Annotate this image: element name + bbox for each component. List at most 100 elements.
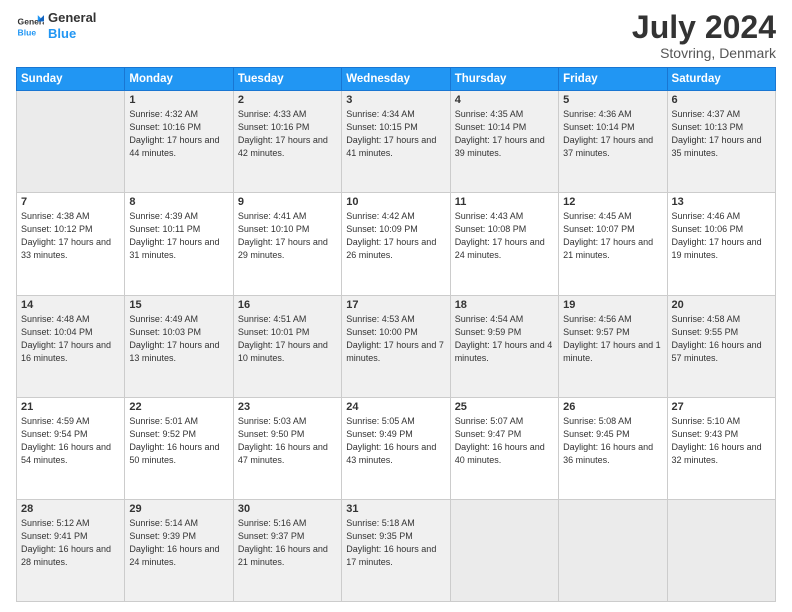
day-number: 7 <box>21 196 120 208</box>
calendar-cell: 9 Sunrise: 4:41 AMSunset: 10:10 PMDayligh… <box>233 193 341 295</box>
calendar-cell <box>667 499 775 601</box>
calendar-table: SundayMondayTuesdayWednesdayThursdayFrid… <box>16 67 776 602</box>
calendar-cell: 6 Sunrise: 4:37 AMSunset: 10:13 PMDayligh… <box>667 91 775 193</box>
calendar-cell: 1Sunrise: 4:32 AMSunset: 10:16 PMDayligh… <box>125 91 233 193</box>
location-subtitle: Stovring, Denmark <box>632 45 776 61</box>
day-number: 3 <box>346 94 445 106</box>
day-info: Sunrise: 5:03 AMSunset: 9:50 PMDaylight:… <box>238 415 337 467</box>
day-number: 4 <box>455 94 554 106</box>
day-info: Sunrise: 5:05 AMSunset: 9:49 PMDaylight:… <box>346 415 445 467</box>
calendar-cell: 10 Sunrise: 4:42 AMSunset: 10:09 PMDaylig… <box>342 193 450 295</box>
day-info: Sunrise: 4:46 AMSunset: 10:06 PMDaylight… <box>672 210 771 262</box>
calendar-cell <box>17 91 125 193</box>
day-info: Sunrise: 4:41 AMSunset: 10:10 PMDaylight… <box>238 210 337 262</box>
day-number: 28 <box>21 503 120 515</box>
calendar-cell: 26 Sunrise: 5:08 AMSunset: 9:45 PMDayligh… <box>559 397 667 499</box>
calendar-cell: 14 Sunrise: 4:48 AMSunset: 10:04 PMDaylig… <box>17 295 125 397</box>
calendar-cell: 16Sunrise: 4:51 AMSunset: 10:01 PMDaylig… <box>233 295 341 397</box>
day-number: 6 <box>672 94 771 106</box>
day-number: 24 <box>346 401 445 413</box>
day-info: Sunrise: 4:42 AMSunset: 10:09 PMDaylight… <box>346 210 445 262</box>
weekday-header: Friday <box>559 68 667 91</box>
day-info: Sunrise: 4:33 AMSunset: 10:16 PMDaylight… <box>238 108 337 160</box>
calendar-cell: 18Sunrise: 4:54 AMSunset: 9:59 PMDayligh… <box>450 295 558 397</box>
day-number: 31 <box>346 503 445 515</box>
day-number: 11 <box>455 196 554 208</box>
weekday-header: Wednesday <box>342 68 450 91</box>
day-info: Sunrise: 5:07 AMSunset: 9:47 PMDaylight:… <box>455 415 554 467</box>
day-number: 14 <box>21 299 120 311</box>
weekday-header: Tuesday <box>233 68 341 91</box>
day-number: 30 <box>238 503 337 515</box>
logo-icon: General Blue <box>16 12 44 40</box>
day-info: Sunrise: 5:01 AMSunset: 9:52 PMDaylight:… <box>129 415 228 467</box>
day-info: Sunrise: 5:08 AMSunset: 9:45 PMDaylight:… <box>563 415 662 467</box>
weekday-header: Monday <box>125 68 233 91</box>
calendar-cell: 2 Sunrise: 4:33 AMSunset: 10:16 PMDayligh… <box>233 91 341 193</box>
logo: General Blue General Blue <box>16 10 96 41</box>
day-info: Sunrise: 4:56 AMSunset: 9:57 PMDaylight:… <box>563 313 662 365</box>
logo-general: General <box>48 10 96 26</box>
weekday-header: Thursday <box>450 68 558 91</box>
day-info: Sunrise: 4:38 AMSunset: 10:12 PMDaylight… <box>21 210 120 262</box>
day-number: 23 <box>238 401 337 413</box>
weekday-header: Saturday <box>667 68 775 91</box>
day-number: 2 <box>238 94 337 106</box>
day-info: Sunrise: 4:59 AMSunset: 9:54 PMDaylight:… <box>21 415 120 467</box>
day-number: 15 <box>129 299 228 311</box>
calendar-cell: 11Sunrise: 4:43 AMSunset: 10:08 PMDaylig… <box>450 193 558 295</box>
svg-text:Blue: Blue <box>18 27 37 37</box>
day-info: Sunrise: 5:14 AMSunset: 9:39 PMDaylight:… <box>129 517 228 569</box>
day-info: Sunrise: 4:34 AMSunset: 10:15 PMDaylight… <box>346 108 445 160</box>
calendar-cell: 12 Sunrise: 4:45 AMSunset: 10:07 PMDaylig… <box>559 193 667 295</box>
header: General Blue General Blue July 2024 Stov… <box>16 10 776 61</box>
day-number: 20 <box>672 299 771 311</box>
logo-blue: Blue <box>48 26 96 42</box>
day-info: Sunrise: 4:37 AMSunset: 10:13 PMDaylight… <box>672 108 771 160</box>
day-number: 18 <box>455 299 554 311</box>
day-number: 26 <box>563 401 662 413</box>
calendar-cell: 4 Sunrise: 4:35 AMSunset: 10:14 PMDayligh… <box>450 91 558 193</box>
day-number: 12 <box>563 196 662 208</box>
day-info: Sunrise: 4:32 AMSunset: 10:16 PMDaylight… <box>129 108 228 160</box>
day-info: Sunrise: 4:39 AMSunset: 10:11 PMDaylight… <box>129 210 228 262</box>
day-number: 5 <box>563 94 662 106</box>
calendar-cell: 3 Sunrise: 4:34 AMSunset: 10:15 PMDayligh… <box>342 91 450 193</box>
calendar-cell: 7 Sunrise: 4:38 AMSunset: 10:12 PMDayligh… <box>17 193 125 295</box>
calendar-cell: 15 Sunrise: 4:49 AMSunset: 10:03 PMDaylig… <box>125 295 233 397</box>
weekday-header: Sunday <box>17 68 125 91</box>
day-number: 13 <box>672 196 771 208</box>
day-info: Sunrise: 4:51 AMSunset: 10:01 PMDaylight… <box>238 313 337 365</box>
calendar-cell <box>450 499 558 601</box>
calendar-cell: 21 Sunrise: 4:59 AMSunset: 9:54 PMDayligh… <box>17 397 125 499</box>
day-number: 21 <box>21 401 120 413</box>
calendar-cell: 31Sunrise: 5:18 AMSunset: 9:35 PMDayligh… <box>342 499 450 601</box>
calendar-cell: 29 Sunrise: 5:14 AMSunset: 9:39 PMDayligh… <box>125 499 233 601</box>
day-number: 19 <box>563 299 662 311</box>
day-info: Sunrise: 4:36 AMSunset: 10:14 PMDaylight… <box>563 108 662 160</box>
day-info: Sunrise: 4:49 AMSunset: 10:03 PMDaylight… <box>129 313 228 365</box>
calendar-cell: 27 Sunrise: 5:10 AMSunset: 9:43 PMDayligh… <box>667 397 775 499</box>
day-info: Sunrise: 4:35 AMSunset: 10:14 PMDaylight… <box>455 108 554 160</box>
calendar-cell: 5 Sunrise: 4:36 AMSunset: 10:14 PMDayligh… <box>559 91 667 193</box>
day-number: 9 <box>238 196 337 208</box>
calendar-cell: 13 Sunrise: 4:46 AMSunset: 10:06 PMDaylig… <box>667 193 775 295</box>
day-info: Sunrise: 5:10 AMSunset: 9:43 PMDaylight:… <box>672 415 771 467</box>
day-number: 29 <box>129 503 228 515</box>
day-number: 27 <box>672 401 771 413</box>
day-info: Sunrise: 4:45 AMSunset: 10:07 PMDaylight… <box>563 210 662 262</box>
day-info: Sunrise: 5:16 AMSunset: 9:37 PMDaylight:… <box>238 517 337 569</box>
day-info: Sunrise: 5:12 AMSunset: 9:41 PMDaylight:… <box>21 517 120 569</box>
day-info: Sunrise: 4:58 AMSunset: 9:55 PMDaylight:… <box>672 313 771 365</box>
calendar-cell: 19 Sunrise: 4:56 AMSunset: 9:57 PMDayligh… <box>559 295 667 397</box>
page: General Blue General Blue July 2024 Stov… <box>0 0 792 612</box>
calendar-cell: 22 Sunrise: 5:01 AMSunset: 9:52 PMDayligh… <box>125 397 233 499</box>
day-number: 25 <box>455 401 554 413</box>
day-number: 17 <box>346 299 445 311</box>
day-number: 8 <box>129 196 228 208</box>
day-info: Sunrise: 4:53 AMSunset: 10:00 PMDaylight… <box>346 313 445 365</box>
calendar-cell: 17 Sunrise: 4:53 AMSunset: 10:00 PMDaylig… <box>342 295 450 397</box>
day-info: Sunrise: 4:48 AMSunset: 10:04 PMDaylight… <box>21 313 120 365</box>
day-number: 22 <box>129 401 228 413</box>
day-number: 10 <box>346 196 445 208</box>
